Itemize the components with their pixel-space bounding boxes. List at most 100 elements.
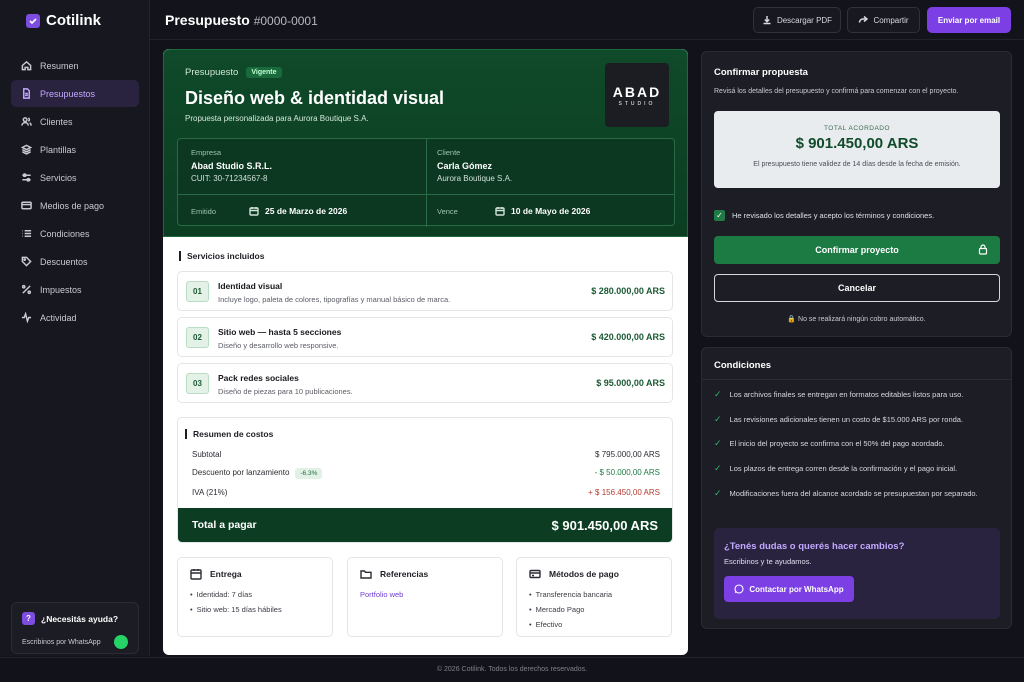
app-name: Cotilink bbox=[46, 12, 101, 29]
service-row: 03 Pack redes sociales Diseño de piezas … bbox=[177, 363, 673, 403]
quote-card: Presupuesto Vigente Diseño web & identid… bbox=[163, 49, 688, 655]
company-info: Empresa Abad Studio S.R.L. CUIT: 30-7123… bbox=[191, 148, 272, 183]
agreed-total-box: TOTAL ACORDADO $ 901.450,00 ARS El presu… bbox=[714, 111, 1000, 188]
sidebar-item-impuestos[interactable]: Impuestos bbox=[11, 276, 139, 303]
sidebar-item-clientes[interactable]: Clientes bbox=[11, 108, 139, 135]
share-button[interactable]: Compartir bbox=[847, 7, 920, 33]
service-row: 01 Identidad visual Incluye logo, paleta… bbox=[177, 271, 673, 311]
check-icon: ✓ bbox=[714, 414, 722, 424]
whatsapp-icon[interactable] bbox=[114, 635, 128, 649]
top-header: Presupuesto #0000-0001 Descargar PDF Com… bbox=[150, 0, 1024, 40]
quote-title: Diseño web & identidad visual bbox=[185, 88, 445, 108]
check-icon: ✓ bbox=[714, 438, 722, 448]
activity-icon bbox=[21, 312, 32, 323]
issued-date: Emitido 25 de Marzo de 2026 bbox=[191, 206, 348, 216]
client-info: Cliente Carla Gómez Aurora Boutique S.A. bbox=[437, 148, 513, 183]
terms-label: He revisado los detalles y acepto los té… bbox=[732, 211, 935, 220]
cost-summary: Resumen de costos Subtotal $ 795.000,00 … bbox=[177, 417, 673, 543]
sidebar-item-label: Condiciones bbox=[40, 228, 90, 239]
question-icon: ? bbox=[22, 612, 35, 625]
calendar-icon bbox=[190, 569, 202, 580]
sidebar-item-label: Clientes bbox=[40, 116, 73, 127]
sidebar-item-descuentos[interactable]: Descuentos bbox=[11, 248, 139, 275]
validity-note: El presupuesto tiene validez de 14 días … bbox=[753, 161, 961, 168]
sidebar-nav: Resumen Presupuestos Clientes Plantillas… bbox=[11, 52, 139, 332]
confirm-subtitle: Revisá los detalles del presupuesto y co… bbox=[714, 88, 959, 95]
help-card[interactable]: ? ¿Necesitás ayuda? Escribinos por Whats… bbox=[11, 602, 139, 654]
delivery-box: Entrega Identidad: 7 días Sitio web: 15 … bbox=[177, 557, 333, 637]
lock-icon bbox=[978, 244, 988, 255]
footer: © 2026 Cotilink. Todos los derechos rese… bbox=[0, 657, 1024, 682]
status-badge: Vigente bbox=[246, 67, 282, 78]
company-name: Abad Studio S.R.L. bbox=[191, 161, 272, 171]
folder-icon bbox=[360, 570, 372, 579]
sidebar-item-actividad[interactable]: Actividad bbox=[11, 304, 139, 331]
list-icon bbox=[22, 230, 32, 237]
contact-help-title: ¿Tenés dudas o querés hacer cambios? bbox=[724, 541, 905, 552]
sidebar-item-label: Impuestos bbox=[40, 284, 82, 295]
card-icon bbox=[529, 569, 541, 579]
send-email-button[interactable]: Enviar por email bbox=[927, 7, 1011, 33]
card-icon bbox=[21, 201, 32, 210]
lock-icon: 🔒 bbox=[787, 316, 797, 323]
total-row: Total a pagar $ 901.450,00 ARS bbox=[178, 508, 672, 542]
conditions-panel: Condiciones ✓ Los archivos finales se ent… bbox=[701, 347, 1012, 629]
condition-item: ✓ Los plazos de entrega corren desde la c… bbox=[714, 463, 958, 473]
quote-info-panel: Empresa Abad Studio S.R.L. CUIT: 30-7123… bbox=[177, 138, 675, 227]
cost-summary-title: Resumen de costos bbox=[185, 429, 273, 439]
list-item: Sitio web: 15 días hábiles bbox=[190, 605, 320, 614]
whatsapp-contact-button[interactable]: Contactar por WhatsApp bbox=[724, 576, 854, 602]
check-icon: ✓ bbox=[714, 463, 722, 473]
sidebar-item-presupuestos[interactable]: Presupuestos bbox=[11, 80, 139, 107]
cancel-button[interactable]: Cancelar bbox=[714, 274, 1000, 302]
sidebar-item-label: Presupuestos bbox=[40, 88, 96, 99]
total-amount: $ 901.450,00 ARS bbox=[551, 517, 658, 533]
sidebar-item-resumen[interactable]: Resumen bbox=[11, 52, 139, 79]
check-icon: ✓ bbox=[714, 389, 722, 399]
list-item: Efectivo bbox=[529, 620, 659, 629]
client-name: Carla Gómez bbox=[437, 161, 493, 171]
sliders-icon bbox=[22, 173, 31, 182]
sidebar-item-label: Servicios bbox=[40, 172, 77, 183]
payment-methods-box: Métodos de pago Transferencia bancaria M… bbox=[516, 557, 672, 637]
conditions-title: Condiciones bbox=[714, 360, 772, 371]
portfolio-link[interactable]: Portfolio web bbox=[360, 590, 490, 599]
percent-icon bbox=[21, 284, 32, 295]
subtotal-row: Subtotal $ 795.000,00 ARS bbox=[192, 450, 660, 459]
logo-check-icon bbox=[26, 13, 40, 28]
terms-checkbox-row[interactable]: ✓ He revisado los detalles y acepto los … bbox=[714, 210, 934, 221]
quote-number: #0000-0001 bbox=[253, 14, 318, 28]
company-logo: ABAD STUDIO bbox=[605, 63, 669, 127]
agreed-total: $ 901.450,00 ARS bbox=[795, 135, 919, 152]
confirm-project-button[interactable]: Confirmar proyecto bbox=[714, 236, 1000, 264]
home-icon bbox=[21, 60, 32, 71]
sidebar-item-plantillas[interactable]: Plantillas bbox=[11, 136, 139, 163]
calendar-icon bbox=[495, 207, 505, 216]
list-item: Mercado Pago bbox=[529, 605, 659, 614]
help-title: ¿Necesitás ayuda? bbox=[41, 613, 119, 624]
sidebar-item-label: Plantillas bbox=[40, 144, 77, 155]
references-box: Referencias Portfolio web bbox=[347, 557, 503, 637]
condition-item: ✓ Modificaciones fuera del alcance acorda… bbox=[714, 488, 978, 498]
no-charge-note: 🔒 No se realizará ningún cobro automátic… bbox=[787, 316, 926, 323]
help-subtitle: Escribinos por WhatsApp bbox=[22, 638, 101, 646]
whatsapp-icon bbox=[734, 584, 744, 594]
users-icon bbox=[21, 117, 32, 126]
sidebar-item-label: Actividad bbox=[40, 312, 77, 323]
app-logo[interactable]: Cotilink bbox=[26, 12, 101, 29]
list-item: Identidad: 7 días bbox=[190, 590, 320, 599]
share-icon bbox=[859, 15, 869, 23]
sidebar-item-medios-de-pago[interactable]: Medios de pago bbox=[11, 192, 139, 219]
list-item: Transferencia bancaria bbox=[529, 590, 659, 599]
document-icon bbox=[23, 88, 30, 99]
sidebar-item-servicios[interactable]: Servicios bbox=[11, 164, 139, 191]
terms-checkbox[interactable]: ✓ bbox=[714, 210, 725, 221]
quote-subtitle: Propuesta personalizada para Aurora Bout… bbox=[185, 114, 369, 123]
condition-item: ✓ El inicio del proyecto se confirma con … bbox=[714, 438, 945, 448]
download-pdf-button[interactable]: Descargar PDF bbox=[753, 7, 841, 33]
quote-label: Presupuesto bbox=[185, 67, 239, 78]
confirm-panel: Confirmar propuesta Revisá los detalles … bbox=[701, 51, 1012, 337]
sidebar-item-label: Resumen bbox=[40, 60, 79, 71]
client-company: Aurora Boutique S.A. bbox=[437, 174, 513, 183]
sidebar-item-condiciones[interactable]: Condiciones bbox=[11, 220, 139, 247]
